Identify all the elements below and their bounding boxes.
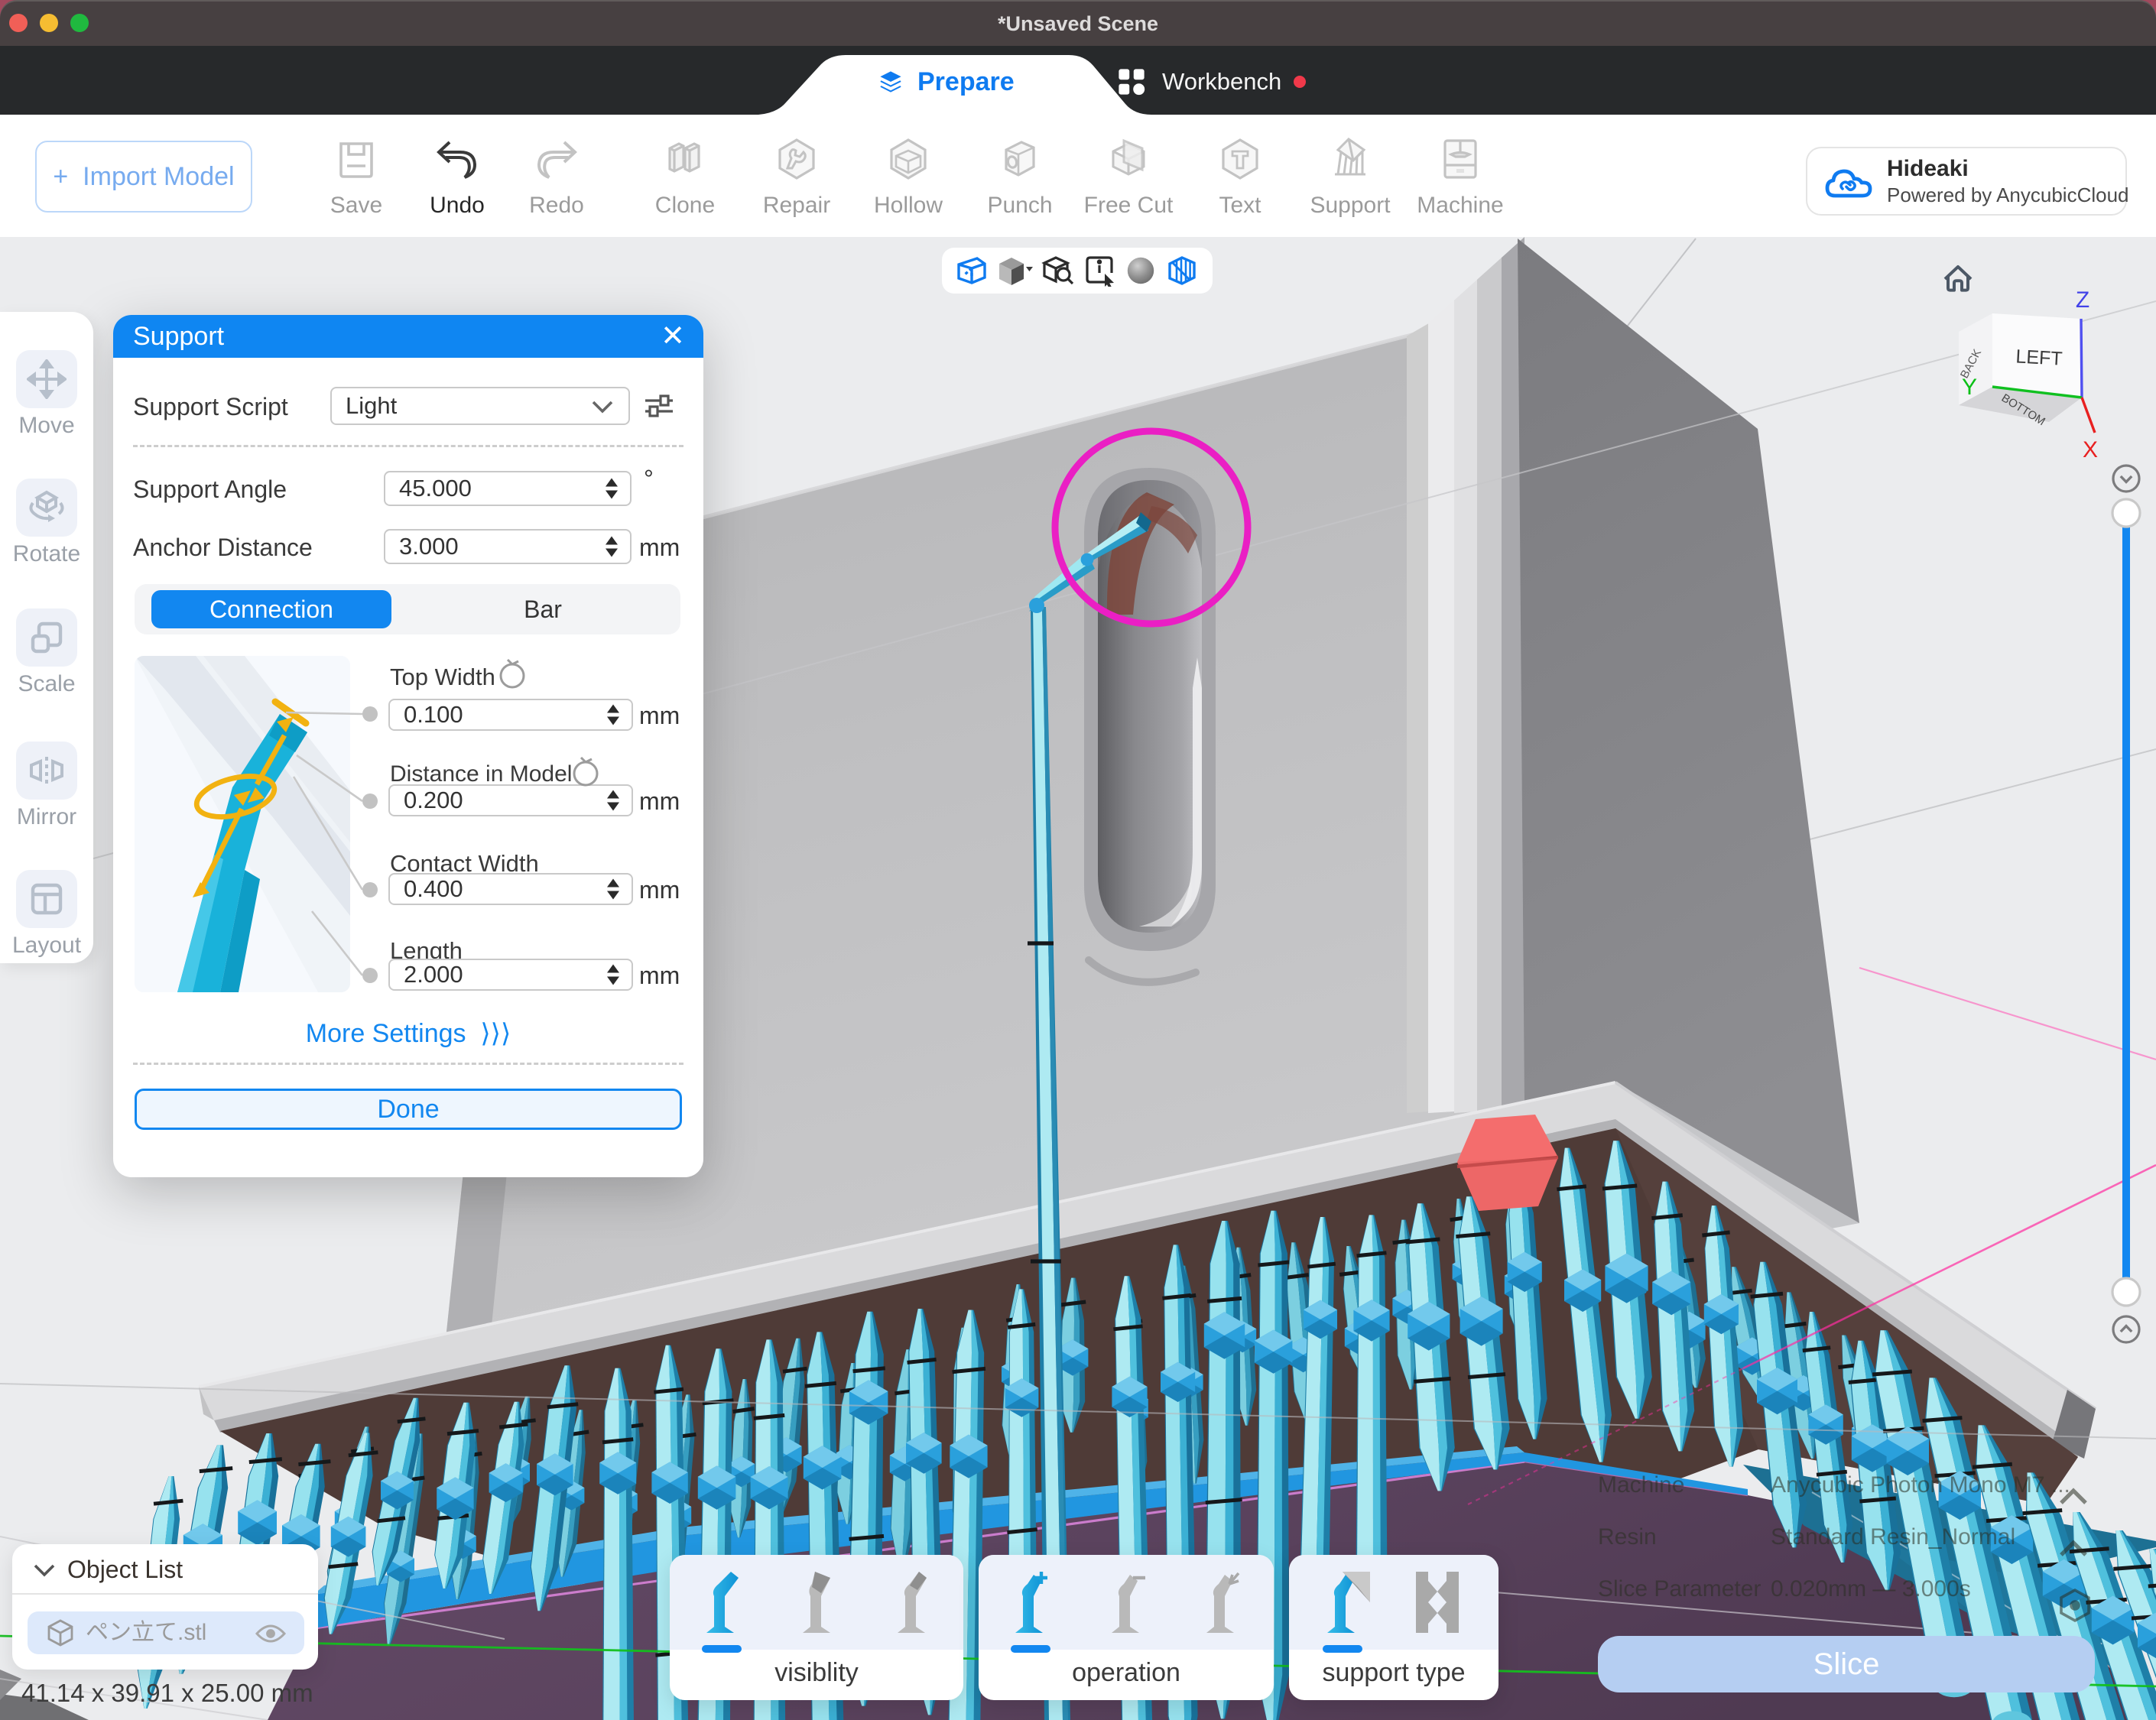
svg-text:Z: Z — [2076, 287, 2089, 313]
svg-text:Y: Y — [1962, 375, 1977, 400]
svg-text:LEFT: LEFT — [2015, 346, 2063, 369]
svg-text:X: X — [2083, 437, 2098, 462]
